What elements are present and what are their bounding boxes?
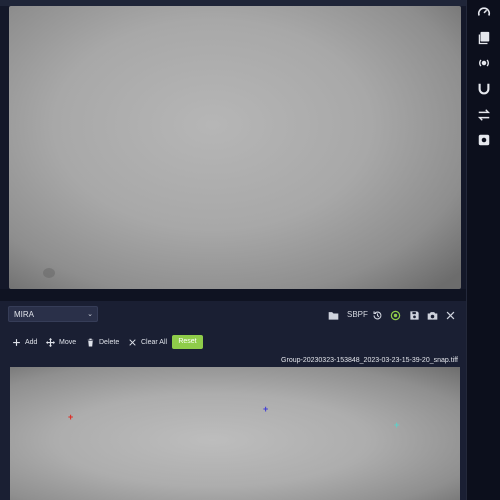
bottom-camera-viewport[interactable]: + + +	[10, 367, 460, 500]
top-camera-viewport[interactable]	[9, 6, 461, 289]
magnet-icon[interactable]	[476, 81, 492, 97]
target-icon[interactable]	[389, 309, 401, 321]
marker-red[interactable]: +	[68, 413, 73, 422]
panel-divider[interactable]	[0, 289, 466, 301]
reset-button[interactable]: Reset	[172, 335, 203, 349]
clear-all-label: Clear All	[141, 338, 168, 346]
camera-select[interactable]: MIRA ⌄	[8, 306, 98, 322]
sensor-speck	[43, 268, 55, 278]
delete-label: Delete	[99, 338, 120, 346]
swap-icon[interactable]	[476, 107, 492, 123]
move-label: Move	[59, 338, 77, 346]
move-arrows-icon	[46, 337, 55, 347]
plus-icon	[13, 338, 20, 346]
chevron-down-icon: ⌄	[87, 311, 93, 318]
add-label: Add	[25, 338, 38, 346]
move-tool-button[interactable]: Move	[46, 336, 76, 348]
marker-cyan[interactable]: +	[394, 421, 399, 430]
trash-icon	[87, 338, 94, 346]
history-icon[interactable]	[371, 309, 383, 321]
clear-all-button[interactable]: Clear All	[128, 336, 167, 348]
settings-square-icon[interactable]	[476, 132, 492, 148]
sbpf-button[interactable]: SBPF	[347, 309, 368, 321]
annotation-panel: MIRA ⌄ SBPF Add Move Delete Clear All Re…	[0, 301, 466, 500]
broadcast-icon[interactable]	[476, 55, 492, 71]
camera-select-value: MIRA	[14, 310, 34, 319]
save-icon[interactable]	[408, 309, 420, 321]
x-icon	[129, 338, 136, 346]
snapshot-filename: Group-20230323-153848_2023-03-23-15-39-2…	[281, 357, 458, 364]
right-sidebar	[466, 0, 500, 500]
add-tool-button[interactable]: Add	[12, 336, 37, 348]
marker-blue[interactable]: +	[263, 405, 268, 414]
gauge-icon[interactable]	[476, 4, 492, 20]
library-icon[interactable]	[476, 30, 492, 46]
delete-tool-button[interactable]: Delete	[86, 336, 119, 348]
folder-icon[interactable]	[327, 309, 339, 321]
main-area: MIRA ⌄ SBPF Add Move Delete Clear All Re…	[0, 0, 466, 500]
camera-icon[interactable]	[426, 309, 438, 321]
close-icon[interactable]	[444, 309, 456, 321]
